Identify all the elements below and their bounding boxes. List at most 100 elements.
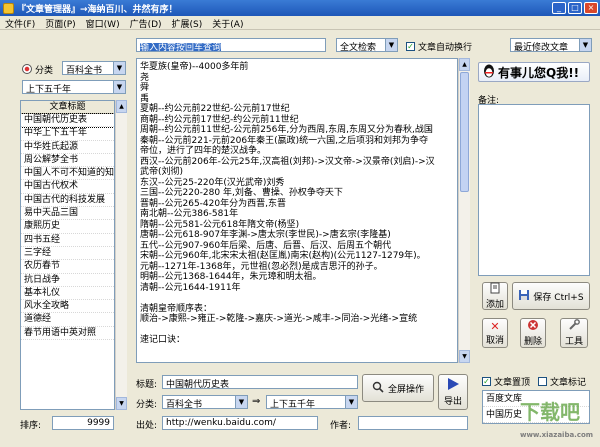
editor-line: 唐朝--公元618-907年李渊->唐太宗(李世民)->唐玄宗(李隆基) — [140, 230, 391, 240]
search-input[interactable]: 输入内容按回车查询 — [136, 38, 326, 52]
list-item[interactable]: 中国朝代历史表 — [21, 112, 114, 129]
title-bar: 『文章管理器』→海纳百川、井然有序！ _ □ × — [0, 0, 600, 16]
editor-line: 明朝--公元1368-1644年，朱元璋和明太祖。 — [140, 272, 322, 282]
article-list: 文章标题 中国朝代历史表 中华上下五千年 中华姓氏起源 周公解梦全书 中国人不可… — [20, 100, 115, 410]
delete-icon — [527, 319, 539, 334]
menu-file[interactable]: 文件(F) — [0, 16, 40, 30]
editor-line: 清朝皇帝顺序表： — [140, 303, 213, 314]
auto-wrap-checkbox[interactable]: ✓ 文章自动换行 — [406, 40, 472, 53]
editor-scrollbar[interactable]: ▲ ▼ — [458, 58, 470, 363]
order-field[interactable]: 9999 — [52, 416, 114, 430]
menu-ads[interactable]: 广告(D) — [125, 16, 167, 30]
chevron-down-icon: ▼ — [113, 81, 125, 93]
editor-line: 五代--公元907-960年后梁、后唐、后晋、后汉、后周五个朝代 — [140, 240, 392, 251]
category-secondary-select[interactable]: 上下五千年 ▼ — [22, 80, 126, 94]
list-item[interactable]: 康熙历史 — [21, 220, 114, 234]
cancel-button[interactable]: ✕ 取消 — [482, 318, 508, 348]
title-field[interactable]: 中国朝代历史表 — [162, 375, 358, 389]
close-button[interactable]: × — [584, 2, 598, 14]
list-item[interactable]: 中国古代权术 — [21, 180, 114, 194]
watermark-url: www.xiazaiba.com — [520, 431, 594, 439]
editor-line: 商朝--约公元前17世纪-约公元前11世纪 — [140, 114, 299, 125]
search-mode-select[interactable]: 全文检索 ▼ — [336, 38, 398, 52]
add-button[interactable]: 添加 — [482, 282, 508, 310]
editor-line: 舜 — [140, 83, 150, 93]
qq-penguin-icon — [483, 64, 495, 81]
menu-about[interactable]: 关于(A) — [207, 16, 248, 30]
form-category-label: 分类: — [136, 400, 158, 410]
scroll-up-icon[interactable]: ▲ — [116, 100, 127, 113]
maximize-button[interactable]: □ — [568, 2, 582, 14]
mark-article-checkbox[interactable]: 文章标记 — [538, 375, 586, 388]
editor-line: 周朝--约公元前11世纪-公元前256年,分为西周,东周,东周又分为春秋,战国 — [140, 125, 433, 135]
author-field[interactable] — [358, 416, 468, 430]
editor-line: 晋朝--公元265-420年分为西晋,东晋 — [140, 198, 286, 209]
list-item[interactable]: 风水全攻略 — [21, 300, 114, 314]
list-item[interactable]: 四书五经 — [21, 234, 114, 247]
watermark-logo: 下载吧 — [520, 400, 580, 424]
editor-line: 华夏族(皇帝)--4000多年前 — [140, 62, 249, 72]
tools-button[interactable]: 工具 — [560, 318, 588, 348]
chevron-down-icon: ▼ — [235, 396, 247, 408]
list-item[interactable]: 农历春节 — [21, 260, 114, 274]
menu-window[interactable]: 窗口(W) — [81, 16, 125, 30]
window-title: 『文章管理器』→海纳百川、井然有序！ — [17, 4, 178, 15]
source-label: 出处: — [136, 421, 158, 431]
editor-line: 顺治->康熙->雍正->乾隆->嘉庆->道光->咸丰->同治->光绪->宣统 — [140, 314, 418, 324]
list-item[interactable]: 基本礼仪 — [21, 287, 114, 301]
check-icon: ✓ — [482, 377, 491, 386]
scroll-down-icon[interactable]: ▼ — [116, 397, 127, 410]
save-button[interactable]: 保存 Ctrl+S — [512, 282, 590, 310]
list-item[interactable]: 春节用语中英对照 — [21, 327, 114, 341]
editor-line: 武帝(刘彻) — [140, 167, 184, 177]
pin-article-checkbox[interactable]: ✓ 文章置顶 — [482, 375, 530, 388]
menu-page[interactable]: 页面(P) — [40, 16, 80, 30]
list-item[interactable]: 三字经 — [21, 247, 114, 261]
menu-extensions[interactable]: 扩展(S) — [167, 16, 208, 30]
scroll-thumb[interactable] — [460, 72, 469, 192]
category-radio[interactable] — [22, 64, 32, 74]
editor-line: 秦朝--公元前221-元前206年秦王(嬴政)统一六国,之后项羽和刘邦为争夺 — [140, 135, 428, 146]
chevron-down-icon: ▼ — [579, 39, 591, 51]
list-item[interactable]: 道德经 — [21, 313, 114, 327]
author-label: 作者: — [330, 421, 352, 431]
editor-line: 南北朝--公元386-581年 — [140, 209, 239, 219]
menu-bar: 文件(F) 页面(P) 窗口(W) 广告(D) 扩展(S) 关于(A) — [0, 16, 600, 30]
list-item[interactable]: 中华上下五千年 — [21, 127, 114, 141]
editor-line: 夏朝--约公元前22世纪-公元前17世纪 — [140, 104, 290, 114]
wrench-icon — [568, 319, 580, 334]
editor-line: 西汉--公元前206年-公元25年,汉高祖(刘邦)->汉文帝->汉景帝(刘启)-… — [140, 156, 435, 167]
app-icon — [3, 2, 14, 14]
editor-line: 隋朝--公元581-公元618年隋文帝(杨坚) — [140, 219, 300, 230]
list-item[interactable]: 周公解梦全书 — [21, 154, 114, 168]
delete-button[interactable]: 删除 — [520, 318, 546, 348]
article-list-scrollbar[interactable]: ▲ ▼ — [115, 100, 127, 410]
editor-line: 清朝--公元1644-1911年 — [140, 282, 241, 293]
category-primary-select[interactable]: 百科全书 ▼ — [62, 61, 126, 75]
list-item[interactable]: 抗日战争 — [21, 274, 114, 287]
list-item[interactable]: 中华姓氏起源 — [21, 141, 114, 154]
form-category-secondary-select[interactable]: 上下五千年 ▼ — [266, 395, 358, 409]
notes-textarea[interactable] — [478, 104, 590, 276]
article-editor[interactable]: 华夏族(皇帝)--4000多年前 尧 舜 禹 夏朝--约公元前22世纪-公元前1… — [136, 58, 458, 363]
form-category-primary-select[interactable]: 百科全书 ▼ — [162, 395, 248, 409]
editor-line: 三国--公元220-280 年,刘备、曹操、孙权争夺天下 — [140, 188, 343, 198]
sort-select[interactable]: 最近修改文章 ▼ — [510, 38, 592, 52]
list-item[interactable]: 中国人不可不知道的知识 — [21, 167, 114, 181]
list-item[interactable]: 中国古代的科技发展 — [21, 194, 114, 208]
scroll-up-icon[interactable]: ▲ — [459, 58, 470, 71]
editor-line: 尧 — [140, 72, 150, 83]
export-button[interactable]: 导出 — [438, 374, 468, 410]
category-label: 分类 — [35, 66, 54, 76]
fullscreen-button[interactable]: 全屏操作 — [362, 374, 434, 402]
qq-contact-button[interactable]: 有事儿您Q我!! — [478, 62, 590, 82]
article-list-header: 文章标题 — [21, 101, 114, 114]
search-icon — [372, 381, 384, 396]
source-field[interactable]: http://wenku.baidu.com/ — [162, 416, 318, 430]
scroll-down-icon[interactable]: ▼ — [459, 350, 470, 363]
list-item[interactable]: 易中天品三国 — [21, 207, 114, 221]
minimize-button[interactable]: _ — [552, 2, 566, 14]
editor-line: 东汉--公元25-220年(汉光武帝)刘秀 — [140, 177, 285, 188]
